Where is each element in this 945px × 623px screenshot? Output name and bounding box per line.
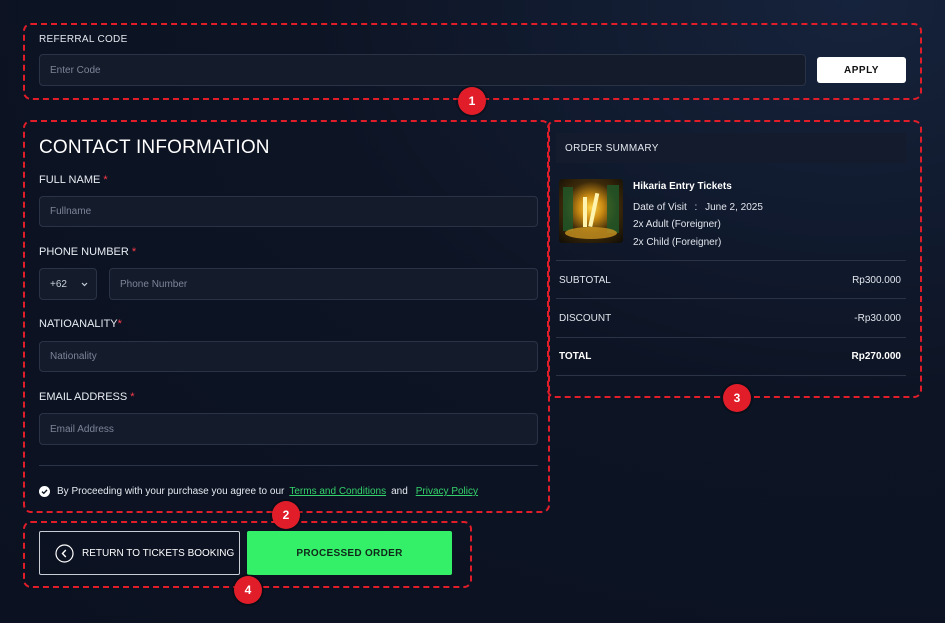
privacy-link[interactable]: Privacy Policy	[416, 486, 478, 497]
visit-date-label: Date of Visit	[633, 202, 687, 213]
discount-label: DISCOUNT	[559, 313, 612, 324]
visit-date-separator: :	[694, 202, 698, 213]
summary-divider	[556, 260, 906, 261]
ticket-thumbnail-graphic	[563, 185, 619, 239]
nationality-label-text: NATIOANALITY	[39, 318, 118, 330]
referral-label: REFERRAL CODE	[39, 34, 128, 45]
process-order-button[interactable]: PROCESSED ORDER	[247, 531, 452, 575]
referral-code-input[interactable]: Enter Code	[39, 54, 806, 86]
visit-date-value: June 2, 2025	[705, 202, 763, 213]
required-asterisk: *	[130, 391, 135, 403]
chevron-left-icon	[55, 543, 74, 563]
email-label-text: EMAIL ADDRESS	[39, 391, 128, 403]
visit-date-row: Date of Visit : June 2, 2025	[633, 202, 763, 213]
subtotal-value: Rp300.000	[852, 275, 901, 286]
annotation-marker-1: 1	[458, 87, 486, 115]
ticket-line-child: 2x Child (Foreigner)	[633, 237, 722, 248]
annotation-marker-4: 4	[234, 576, 262, 604]
total-label: TOTAL	[559, 351, 592, 362]
required-asterisk: *	[103, 174, 108, 186]
phone-code-select[interactable]: +62	[39, 268, 97, 300]
subtotal-label: SUBTOTAL	[559, 275, 611, 286]
agreement-text: By Proceeding with your purchase you agr…	[57, 486, 285, 497]
phone-label: PHONE NUMBER *	[39, 246, 136, 258]
summary-divider	[556, 337, 906, 338]
discount-value: -Rp30.000	[854, 313, 901, 324]
ticket-thumbnail	[559, 179, 623, 243]
total-value: Rp270.000	[851, 351, 901, 362]
terms-link[interactable]: Terms and Conditions	[289, 486, 386, 497]
return-button[interactable]: RETURN TO TICKETS BOOKING	[39, 531, 240, 575]
summary-title: ORDER SUMMARY	[565, 142, 659, 154]
subtotal-row: SUBTOTAL Rp300.000	[559, 275, 901, 286]
return-button-label: RETURN TO TICKETS BOOKING	[82, 547, 235, 559]
chevron-down-icon	[81, 282, 88, 287]
summary-divider	[556, 298, 906, 299]
annotation-marker-3: 3	[723, 384, 751, 412]
apply-button[interactable]: APPLY	[817, 57, 906, 83]
check-circle-icon[interactable]	[39, 486, 50, 497]
discount-row: DISCOUNT -Rp30.000	[559, 313, 901, 324]
phone-code-value: +62	[50, 278, 67, 290]
phone-number-input[interactable]: Phone Number	[109, 268, 538, 300]
ticket-name: Hikaria Entry Tickets	[633, 181, 732, 192]
full-name-label: FULL NAME *	[39, 174, 108, 186]
summary-divider	[556, 375, 906, 376]
required-asterisk: *	[131, 246, 137, 258]
contact-divider	[39, 465, 538, 466]
email-input[interactable]: Email Address	[39, 413, 538, 445]
email-label: EMAIL ADDRESS *	[39, 391, 135, 403]
contact-title: CONTACT INFORMATION	[39, 137, 270, 158]
ticket-line-adult: 2x Adult (Foreigner)	[633, 219, 721, 230]
agreement-row: By Proceeding with your purchase you agr…	[39, 486, 478, 497]
full-name-label-text: FULL NAME	[39, 174, 101, 186]
and-text: and	[391, 486, 408, 497]
full-name-input[interactable]: Fullname	[39, 196, 538, 227]
summary-header: ORDER SUMMARY	[556, 133, 906, 163]
nationality-input[interactable]: Nationality	[39, 341, 538, 372]
required-asterisk: *	[117, 318, 122, 330]
nationality-label: NATIOANALITY*	[39, 318, 122, 330]
total-row: TOTAL Rp270.000	[559, 351, 901, 362]
process-order-label: PROCESSED ORDER	[296, 547, 403, 559]
phone-label-text: PHONE NUMBER	[39, 246, 129, 258]
